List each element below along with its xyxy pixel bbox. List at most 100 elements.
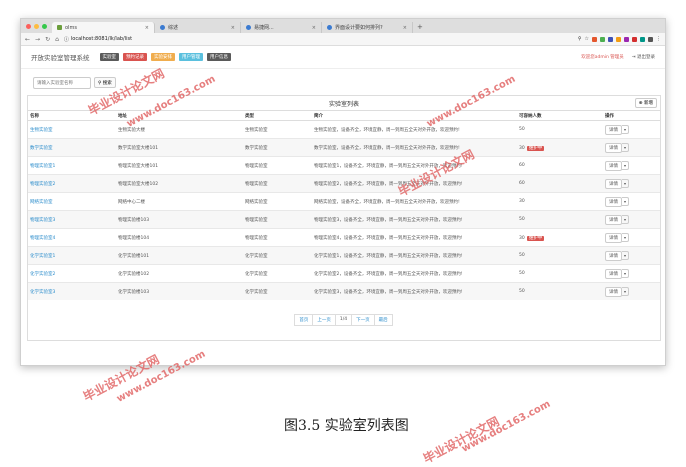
header-right: 欢迎您admin 管理员 ⇥ 退出登录 [581, 54, 655, 60]
nav-lab[interactable]: 实验室 [99, 53, 119, 61]
star-icon[interactable]: ☆ [585, 36, 589, 42]
lab-type: 物理实验室 [243, 228, 312, 247]
detail-button[interactable]: 详情 [605, 160, 622, 171]
lab-name-link[interactable]: 物理实验室1 [28, 156, 116, 175]
nav-users[interactable]: 用户管理 [179, 53, 203, 61]
lab-name-link[interactable]: 数学实验室 [28, 138, 116, 157]
dropdown-caret-icon[interactable]: ▾ [622, 286, 630, 296]
lab-address: 化学实验楼101 [116, 246, 243, 265]
menu-dots-icon[interactable]: ⋮ [656, 36, 661, 42]
lab-actions: 详情 ▾ [603, 282, 660, 300]
add-lab-button[interactable]: ⊕ 新增 [634, 98, 657, 108]
detail-button[interactable]: 详情 [605, 124, 622, 135]
tab-olms[interactable]: olms × [52, 22, 155, 33]
lab-actions: 详情 ▾ [603, 156, 660, 175]
col-desc: 简介 [312, 111, 517, 121]
lab-actions: 详情 ▾ [603, 210, 660, 229]
nav-user-info[interactable]: 用户信息 [207, 53, 231, 61]
lab-desc: 物理实验室3，设备齐全，环境宜静，周一到周五全天对外开放，欢迎预约! [312, 210, 517, 229]
new-tab-button[interactable]: + [413, 22, 427, 33]
extension-icon[interactable] [592, 36, 597, 42]
zoom-window-icon[interactable] [42, 23, 47, 29]
lab-type: 生物实验室 [243, 120, 312, 139]
dropdown-caret-icon[interactable]: ▾ [622, 124, 630, 134]
close-tab-icon[interactable]: × [312, 25, 316, 31]
dropdown-caret-icon[interactable]: ▾ [622, 160, 630, 170]
extension-icon[interactable] [624, 36, 629, 42]
extension-icon[interactable] [600, 36, 605, 42]
page-prev[interactable]: 上一页 [312, 314, 336, 326]
lab-desc: 化学实验室2，设备齐全，环境宜静，周一到周五全天对外开放，欢迎预约! [312, 264, 517, 283]
table-row: 化学实验室3 化学实验楼103 化学实验室 化学实验室3，设备齐全，环境宜静，周一到周… [28, 282, 660, 300]
col-action: 操作 [603, 111, 660, 121]
lab-type: 网络实验室 [243, 192, 312, 211]
lab-name-link[interactable]: 化学实验室2 [28, 264, 116, 283]
page-last[interactable]: 最后 [373, 314, 393, 326]
search-button[interactable]: ⚲ 搜索 [94, 77, 116, 88]
extension-icon[interactable] [640, 36, 645, 42]
lab-type: 化学实验室 [243, 264, 312, 283]
dropdown-caret-icon[interactable]: ▾ [622, 142, 630, 152]
home-icon[interactable]: ⌂ [55, 36, 59, 43]
detail-button[interactable]: 详情 [605, 286, 622, 297]
detail-button[interactable]: 详情 [605, 268, 622, 279]
lab-name-link[interactable]: 物理实验室2 [28, 174, 116, 193]
lab-name-link[interactable]: 化学实验室1 [28, 246, 116, 265]
page-next[interactable]: 下一页 [351, 314, 375, 326]
page-first[interactable]: 首页 [294, 314, 314, 326]
globe-favicon-icon [160, 25, 165, 30]
tab-4[interactable]: 界面设计要如何排列? × [322, 22, 413, 33]
dropdown-caret-icon[interactable]: ▾ [622, 178, 630, 188]
extension-icon[interactable] [616, 36, 621, 42]
tab-3[interactable]: 易捷网... × [241, 22, 322, 33]
detail-button[interactable]: 详情 [605, 196, 622, 207]
detail-button[interactable]: 详情 [605, 214, 622, 225]
lab-name-link[interactable]: 物理实验室4 [28, 228, 116, 247]
lab-search-input[interactable] [33, 77, 91, 89]
detail-button[interactable]: 详情 [605, 178, 622, 189]
detail-button[interactable]: 详情 [605, 142, 622, 153]
close-tab-icon[interactable]: × [145, 25, 149, 31]
dropdown-caret-icon[interactable]: ▾ [622, 196, 630, 206]
extension-icon[interactable] [632, 36, 637, 42]
lab-address: 物理实验楼103 [116, 210, 243, 229]
zoom-icon[interactable]: ⚲ [578, 36, 582, 42]
lab-address: 物理实验楼104 [116, 228, 243, 247]
dropdown-caret-icon[interactable]: ▾ [622, 232, 630, 242]
table-row: 物理实验室4 物理实验楼104 物理实验室 物理实验室4，设备齐全，环境宜静，周一到周… [28, 228, 660, 247]
address-bar[interactable]: ⓘ localhost:8081/lk/lab/list [64, 36, 132, 43]
lab-capacity-cell: 50 [517, 282, 603, 300]
logout-link[interactable]: ⇥ 退出登录 [632, 54, 655, 60]
lab-capacity-cell: 30 [517, 192, 603, 211]
panel-title: 实验室列表 [328, 100, 359, 108]
col-type: 类型 [243, 111, 312, 121]
profile-avatar-icon[interactable] [648, 36, 653, 42]
reload-icon[interactable]: ↻ [45, 36, 50, 43]
lab-capacity: 50 [519, 217, 525, 222]
lab-name-link[interactable]: 化学实验室3 [28, 282, 116, 300]
dropdown-caret-icon[interactable]: ▾ [622, 268, 630, 278]
detail-button[interactable]: 详情 [605, 232, 622, 243]
close-tab-icon[interactable]: × [231, 25, 235, 31]
extension-icon[interactable] [608, 36, 613, 42]
lab-address: 化学实验楼102 [116, 264, 243, 283]
close-window-icon[interactable] [26, 23, 31, 29]
detail-button[interactable]: 详情 [605, 250, 622, 261]
lab-name-link[interactable]: 网络实验室 [28, 192, 116, 211]
lab-list-panel: 实验室列表 ⊕ 新增 名称 地址 类型 简介 可容纳人数 操作 生物实验室 生物实… [27, 95, 661, 341]
tab-2[interactable]: 综述 × [155, 22, 241, 33]
dropdown-caret-icon[interactable]: ▾ [622, 250, 630, 260]
minimize-window-icon[interactable] [34, 23, 39, 29]
nav-schedule[interactable]: 实验安排 [151, 53, 175, 61]
forward-icon[interactable]: → [35, 36, 40, 43]
lab-name-link[interactable]: 生物实验室 [28, 120, 116, 139]
lab-address: 数学实验室大楼101 [116, 138, 243, 157]
nav-reservations[interactable]: 预约记录 [123, 53, 147, 61]
lab-name-link[interactable]: 物理实验室3 [28, 210, 116, 229]
back-icon[interactable]: ← [25, 36, 30, 43]
welcome-user[interactable]: 欢迎您admin 管理员 [581, 54, 624, 60]
close-tab-icon[interactable]: × [403, 25, 407, 31]
lab-capacity-cell: 50 [517, 210, 603, 229]
dropdown-caret-icon[interactable]: ▾ [622, 214, 630, 224]
lab-type: 化学实验室 [243, 246, 312, 265]
